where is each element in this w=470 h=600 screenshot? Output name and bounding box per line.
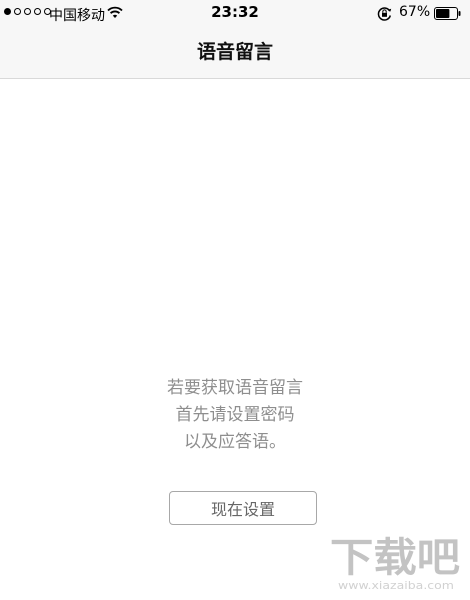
watermark-logo: 下载吧 www.xiazaiba.com (330, 535, 460, 592)
message-line: 以及应答语。 (184, 432, 286, 452)
svg-text:www.xiazaiba.com: www.xiazaiba.com (338, 579, 454, 592)
svg-text:下载吧: 下载吧 (330, 535, 460, 581)
navigation-bar: 语音留言 (0, 26, 470, 79)
battery-icon (434, 7, 461, 20)
setup-now-button[interactable]: 现在设置 (169, 491, 317, 525)
voicemail-setup-message: 若要获取语音留言 首先请设置密码 以及应答语。 (0, 375, 470, 456)
battery-percent: 67% (399, 4, 431, 20)
page-title: 语音留言 (196, 41, 273, 63)
rotation-lock-icon (377, 7, 392, 21)
message-line: 首先请设置密码 (175, 405, 295, 425)
message-line: 若要获取语音留言 (167, 378, 303, 398)
status-bar: 中国移动 23:32 67% (0, 0, 470, 26)
